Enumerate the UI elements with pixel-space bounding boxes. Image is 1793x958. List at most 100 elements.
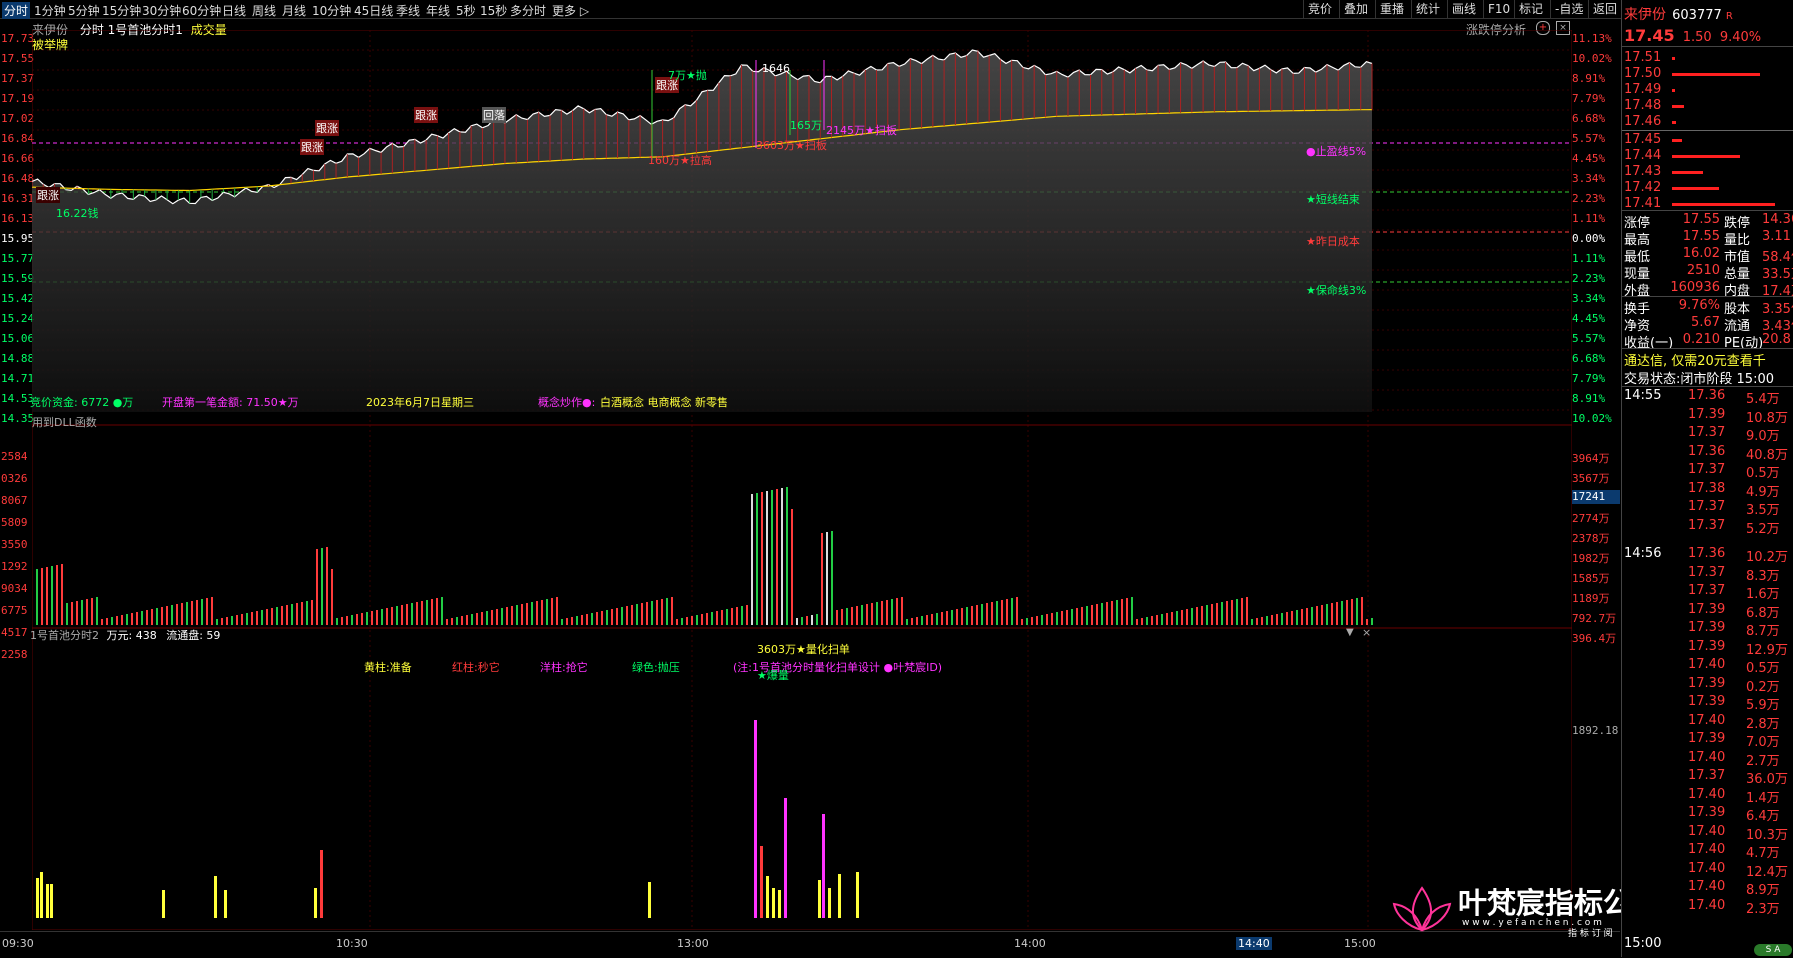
tool-stats[interactable]: 统计 [1411, 0, 1444, 18]
tool-draw[interactable]: 画线 [1447, 0, 1480, 18]
tick-row: 17.37 9.0万 [1622, 425, 1793, 444]
intraday-chart [32, 30, 1572, 930]
volume-bar [326, 547, 328, 625]
stat-value: 17.55 [1682, 212, 1720, 227]
volume-bar [281, 606, 283, 625]
volume-bar [611, 609, 613, 625]
volume-bar [566, 618, 568, 625]
follow-tag: 跟涨 [414, 107, 438, 123]
volume-bar [1051, 613, 1053, 625]
volume-bar [66, 603, 68, 625]
volume-bar [551, 598, 553, 625]
volume-bar [526, 603, 528, 625]
volume-bar [586, 614, 588, 625]
book-price: 17.51 [1624, 50, 1662, 65]
volume-bar [1056, 612, 1058, 625]
lotus-logo-icon [1392, 886, 1452, 932]
tab-more[interactable]: 更多 ▷ [552, 2, 589, 19]
volume-bar [391, 607, 393, 625]
volume-bar [101, 619, 103, 625]
tab-period-14[interactable]: 15秒 [480, 2, 507, 19]
volume-bar [401, 605, 403, 625]
price-tick: 17.37 [1, 72, 35, 85]
tab-period-11[interactable]: 季线 [396, 2, 420, 19]
book-price: 17.45 [1624, 132, 1662, 147]
tool-watchlist[interactable]: -自选 [1550, 0, 1587, 18]
tab-period-3[interactable]: 15分钟 [102, 2, 141, 19]
volume-bar [1021, 619, 1023, 625]
indicator-title: 1号首池分时2 [30, 629, 99, 642]
book-depth-bar [1672, 155, 1741, 158]
volume-bar [1001, 600, 1003, 625]
tab-period-13[interactable]: 5秒 [456, 2, 476, 19]
pct-tick: 5.57% [1572, 332, 1606, 345]
volume-bar [571, 617, 573, 625]
tick-price: 17.40 [1688, 749, 1726, 765]
volume-bar [301, 602, 303, 625]
tick-row: 17.37 0.5万 [1622, 462, 1793, 481]
pct-tick: 7.79% [1572, 372, 1606, 385]
tool-auction[interactable]: 竞价 [1303, 0, 1336, 18]
tick-price: 17.37 [1688, 425, 1726, 440]
volume-bar [396, 606, 398, 625]
tick-volume: 8.9万 [1746, 883, 1780, 898]
indicator-bar [856, 872, 859, 918]
ad-banner[interactable]: 通达信, 仅需20元查看千 [1624, 350, 1793, 368]
tick-price: 17.40 [1688, 879, 1726, 894]
price-tick: 14.71 [1, 372, 35, 385]
price-tick: 17.73 [1, 32, 35, 45]
tab-period-12[interactable]: 年线 [426, 2, 450, 19]
volume-bar [151, 609, 153, 625]
price-tick: 16.31 [1, 192, 35, 205]
volume-bar [346, 616, 348, 625]
tab-period-5[interactable]: 60分钟 [182, 2, 221, 19]
tick-price: 17.39 [1688, 731, 1726, 746]
tab-period-0[interactable]: 分时 [2, 2, 31, 19]
tab-period-2[interactable]: 5分钟 [68, 2, 100, 19]
tab-period-9[interactable]: 10分钟 [312, 2, 351, 19]
volume-bar [626, 606, 628, 625]
volume-bar [711, 612, 713, 625]
volume-bar [1006, 599, 1008, 625]
tool-overlay[interactable]: 叠加 [1339, 0, 1372, 18]
tab-period-1[interactable]: 1分钟 [34, 2, 66, 19]
volume-bar [1111, 601, 1113, 625]
volume-bar [1241, 598, 1243, 625]
tool-replay[interactable]: 重播 [1375, 0, 1408, 18]
yesterday-cost-label: ★昨日成本 [1306, 235, 1360, 248]
tab-period-15[interactable]: 多分时 [510, 2, 546, 19]
volume-bar [441, 597, 443, 625]
volume-bar [1231, 600, 1233, 625]
book-depth-bar [1672, 57, 1675, 60]
volume-bar [166, 606, 168, 625]
volume-bar [821, 533, 823, 625]
indicator-dropdown-icon[interactable]: ▼ [1346, 627, 1354, 638]
book-price: 17.41 [1624, 196, 1662, 211]
tick-price: 17.37 [1688, 768, 1726, 783]
tick-price: 17.36 [1688, 443, 1726, 459]
tab-period-8[interactable]: 月线 [282, 2, 306, 19]
indicator-close-icon[interactable]: × [1362, 626, 1371, 639]
tool-f10[interactable]: F10 [1483, 0, 1514, 18]
tab-period-4[interactable]: 30分钟 [142, 2, 181, 19]
tool-back[interactable]: 返回 [1588, 0, 1621, 18]
tab-period-6[interactable]: 日线 [222, 2, 246, 19]
tick-row: 17.40 2.7万 [1622, 749, 1793, 769]
volume-bar [116, 616, 118, 625]
tick-row: 17.40 4.7万 [1622, 842, 1793, 861]
volume-bar [536, 601, 538, 625]
volume-bar [966, 607, 968, 625]
volume-bar [981, 604, 983, 625]
time-tick: 14:00 [1014, 937, 1046, 950]
volume-tick-right: 1982万 [1572, 552, 1610, 565]
tool-mark[interactable]: 标记 [1514, 0, 1547, 18]
tick-row: 17.38 4.9万 [1622, 481, 1793, 500]
volume-tick: 6775 [1, 604, 28, 617]
pct-tick: 1.11% [1572, 212, 1606, 225]
tab-period-10[interactable]: 45日线 [354, 2, 393, 19]
tab-period-7[interactable]: 周线 [252, 2, 276, 19]
volume-bar [201, 599, 203, 625]
pct-tick: 8.91% [1572, 392, 1606, 405]
volume-bar [671, 597, 673, 625]
tick-volume: 0.2万 [1746, 679, 1780, 695]
